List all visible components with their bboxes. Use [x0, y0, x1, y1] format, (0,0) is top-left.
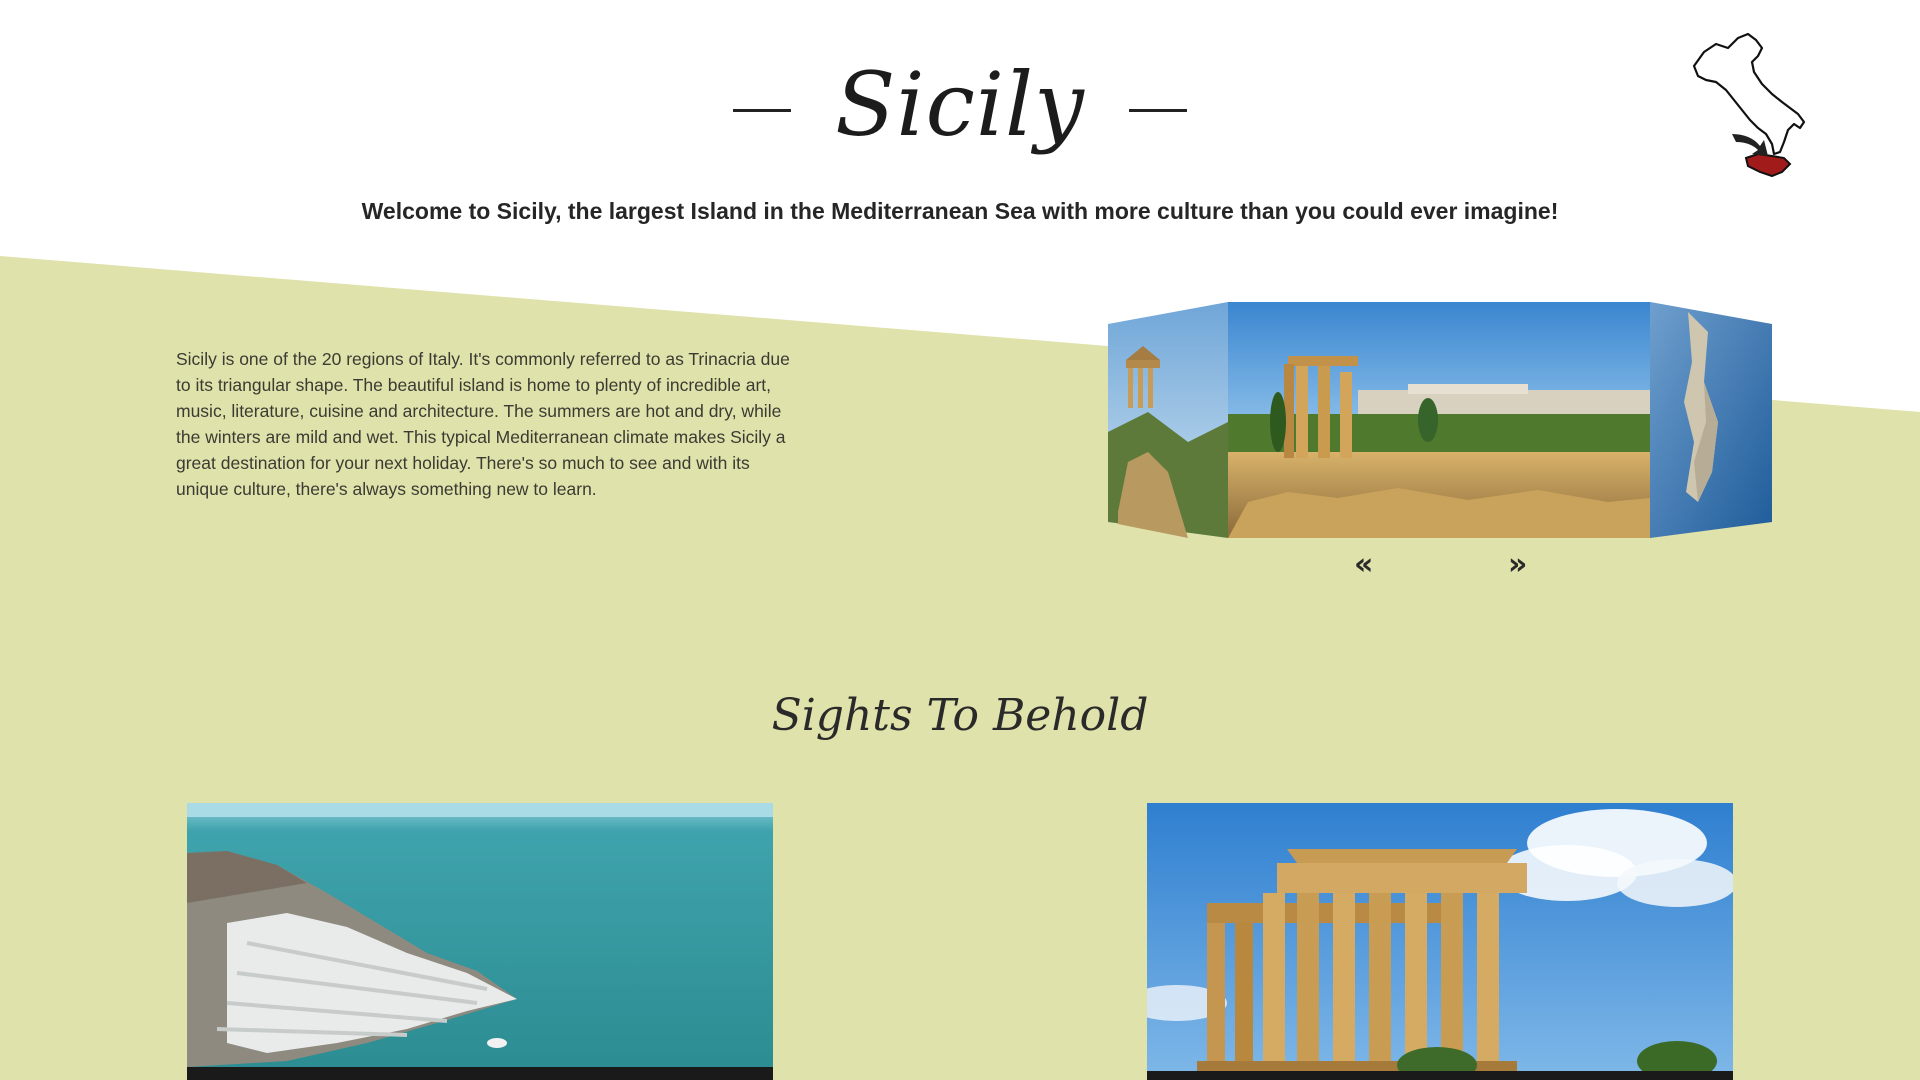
carousel-slide-left[interactable]	[1108, 302, 1228, 538]
carousel-slide-right[interactable]	[1650, 302, 1772, 538]
intro-text: Welcome to Sicily, the largest Island in…	[361, 198, 1559, 224]
pointer-arrow-icon	[1732, 134, 1768, 156]
italy-map-icon	[1692, 32, 1806, 178]
page: Sicily Welcome to Sicily, the largest Is…	[0, 0, 1920, 1080]
photo-carousel[interactable]	[1108, 302, 1772, 540]
carousel-next-button[interactable]: »	[1508, 550, 1527, 580]
carousel-prev-button[interactable]: «	[1354, 550, 1373, 580]
about-description: Sicily is one of the 20 regions of Italy…	[176, 349, 790, 499]
page-title: Sicily	[835, 53, 1085, 156]
title-row: Sicily	[0, 40, 1920, 170]
sight-card-temple[interactable]	[1147, 803, 1733, 1080]
carousel-slide-center[interactable]	[1228, 302, 1650, 538]
sight-card-cliffs[interactable]	[187, 803, 773, 1080]
sights-title: Sights To Behold	[771, 690, 1149, 741]
title-dash-left	[733, 108, 792, 112]
title-dash-right	[1128, 108, 1187, 112]
